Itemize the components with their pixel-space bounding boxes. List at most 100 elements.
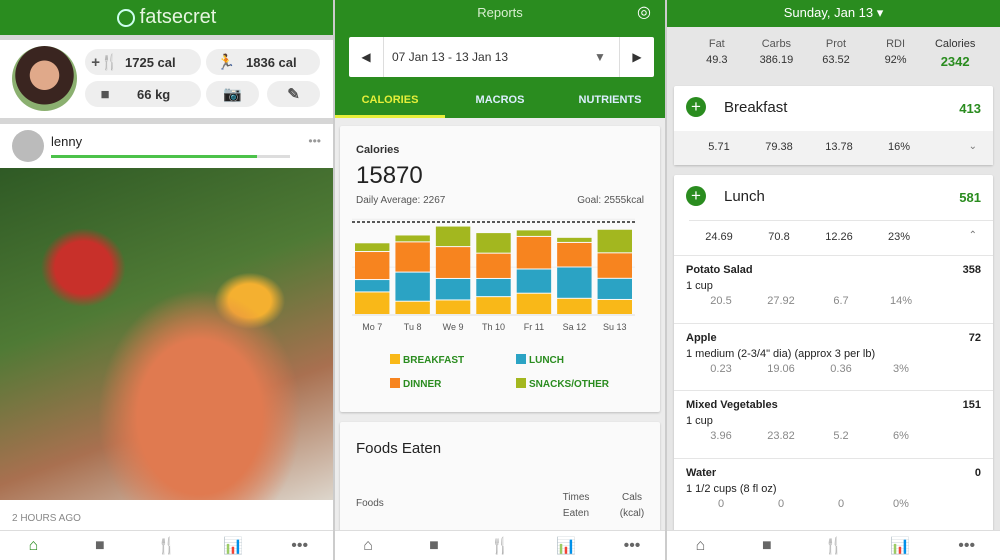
weight-button[interactable]: ■ 66 kg — [85, 81, 201, 107]
food-item[interactable]: Water 0 1 1/2 cups (8 fl oz) 0 0 0 0% — [674, 457, 993, 526]
bar-dinner-0 — [355, 252, 390, 280]
post-progress-bar — [51, 155, 290, 158]
total-column: Carbs 386.19 — [747, 38, 807, 69]
food-item[interactable]: Apple 72 1 medium (2-3/4" dia) (approx 3 p… — [674, 322, 993, 391]
total-label: Carbs — [761, 38, 792, 50]
meal-calories: 581 — [959, 190, 981, 205]
total-column: RDI 92% — [866, 38, 926, 69]
bar-breakfast-1 — [395, 301, 430, 314]
goal-target-icon[interactable]: ◎ — [637, 2, 651, 22]
column-foods: Foods — [356, 498, 384, 509]
nav-reports-icon[interactable]: 📊 — [885, 536, 915, 556]
edit-pencil-icon: ✎ — [287, 86, 300, 103]
macro-value: 16% — [887, 141, 911, 153]
food-photo — [0, 168, 333, 500]
nav-scale-icon[interactable]: ■ — [419, 537, 449, 555]
macro-value: 19.06 — [767, 362, 795, 375]
food-portion: 1 cup — [686, 280, 713, 292]
x-tick-label: Su 13 — [603, 322, 627, 332]
date-range-picker[interactable]: ◀ 07 Jan 13 - 13 Jan 13 ▼ ▶ — [349, 37, 654, 77]
app-header: fatsecret — [0, 0, 333, 35]
legend-swatch — [390, 378, 400, 388]
nav-more-icon[interactable]: ••• — [952, 537, 982, 555]
feed-post: lenny ••• 2 HOURS AGO — [0, 124, 333, 530]
bar-dinner-4 — [516, 236, 552, 269]
nav-home-icon[interactable]: ⌂ — [685, 537, 715, 555]
nav-home-icon[interactable]: ⌂ — [353, 537, 383, 555]
macro-value: 3% — [893, 362, 909, 375]
legend-swatch — [390, 354, 400, 364]
prev-week-button[interactable]: ◀ — [349, 37, 384, 77]
write-post-button[interactable]: ✎ — [267, 81, 320, 107]
post-avatar[interactable] — [12, 130, 44, 162]
nav-scale-icon[interactable]: ■ — [752, 537, 782, 555]
date-selector[interactable]: Sunday, Jan 13 ▾ — [667, 0, 1000, 27]
column-times-eaten: Times Eaten — [562, 492, 590, 519]
macro-value: 23.82 — [767, 430, 795, 442]
app-title: fatsecret — [139, 6, 217, 28]
nav-food-icon[interactable]: 🍴 — [818, 536, 848, 556]
macro-value: 3.96 — [710, 430, 732, 442]
collapse-chevron-icon[interactable]: ⌃ — [969, 230, 977, 241]
bottom-nav: ⌂ ■ 🍴 📊 ••• — [335, 530, 665, 560]
weight-value: 66 kg — [137, 86, 171, 102]
bar-dinner-3 — [476, 253, 511, 278]
bar-breakfast-5 — [557, 298, 592, 314]
foods-eaten-card: Foods Eaten Foods Times Eaten Cals (kcal… — [340, 422, 660, 542]
legend-label: DINNER — [403, 379, 442, 390]
bar-snacks-other-6 — [597, 229, 632, 253]
bar-lunch-6 — [597, 278, 632, 299]
total-column: Fat 49.3 — [687, 38, 747, 69]
legend-swatch — [516, 378, 526, 388]
nav-food-icon[interactable]: 🍴 — [485, 536, 515, 556]
diary-screen: Sunday, Jan 13 ▾ Fat 49.3 Carbs 386.19 Prot 6… — [667, 0, 1000, 560]
macro-value: 79.38 — [765, 141, 793, 153]
tab-macros[interactable]: MACROS — [445, 86, 555, 118]
reports-screen: Reports ◎ ◀ 07 Jan 13 - 13 Jan 13 ▼ ▶ CA… — [333, 0, 667, 560]
tab-calories[interactable]: CALORIES — [335, 86, 445, 118]
food-calories: 358 — [962, 264, 981, 276]
daily-totals: Fat 49.3 Carbs 386.19 Prot 63.52 RDI 92% Calorie… — [687, 38, 985, 69]
nav-food-icon[interactable]: 🍴 — [151, 536, 181, 556]
food-calories-button[interactable]: +🍴 1725 cal — [85, 49, 201, 75]
macro-value: 0.23 — [710, 362, 732, 375]
nav-more-icon[interactable]: ••• — [285, 537, 315, 555]
macro-value: 0% — [893, 497, 909, 510]
x-tick-label: Th 10 — [482, 322, 505, 332]
nav-home-icon[interactable]: ⌂ — [18, 537, 48, 555]
macro-value: 0.36 — [830, 362, 852, 375]
food-item[interactable]: Potato Salad 358 1 cup 20.5 27.92 6.7 14% — [674, 255, 993, 323]
exercise-calories-value: 1836 cal — [246, 54, 297, 70]
lunch-card: + Lunch 581 24.69 70.8 12.26 23% ⌃ Potato S… — [674, 175, 993, 535]
calories-total: 15870 — [356, 162, 423, 189]
post-username[interactable]: lenny — [51, 134, 82, 149]
exercise-calories-button[interactable]: 🏃 1836 cal — [206, 49, 320, 75]
total-label: Calories — [934, 38, 976, 50]
food-item[interactable]: Mixed Vegetables 151 1 cup 3.96 23.82 5.2 6% — [674, 390, 993, 458]
avatar[interactable] — [12, 46, 77, 111]
add-lunch-button[interactable]: + — [686, 186, 706, 206]
camera-icon: 📷 — [223, 86, 242, 103]
food-name: Apple — [686, 331, 717, 344]
food-portion: 1 medium (2-3/4" dia) (approx 3 per lb) — [686, 347, 876, 360]
post-timestamp: 2 HOURS AGO — [12, 513, 81, 524]
feed-screen: fatsecret +🍴 1725 cal 🏃 1836 cal ■ 66 kg 📷 … — [0, 0, 333, 560]
camera-button[interactable]: 📷 — [206, 81, 259, 107]
bar-dinner-6 — [597, 253, 632, 278]
add-breakfast-button[interactable]: + — [686, 97, 706, 117]
expand-chevron-icon[interactable]: ⌄ — [969, 141, 977, 152]
tab-nutrients[interactable]: NUTRIENTS — [555, 86, 665, 118]
nav-reports-icon[interactable]: 📊 — [551, 536, 581, 556]
bar-snacks-other-5 — [557, 237, 592, 242]
nav-scale-icon[interactable]: ■ — [85, 537, 115, 555]
dropdown-arrow-icon[interactable]: ▼ — [594, 50, 619, 64]
bar-lunch-4 — [516, 269, 552, 293]
food-portion: 1 cup — [686, 415, 713, 427]
more-options-icon[interactable]: ••• — [308, 134, 321, 148]
next-week-button[interactable]: ▶ — [619, 37, 654, 77]
macro-value: 5.2 — [833, 430, 849, 442]
x-tick-label: Mo 7 — [362, 322, 382, 332]
nav-reports-icon[interactable]: 📊 — [218, 536, 248, 556]
bar-lunch-0 — [355, 280, 390, 292]
nav-more-icon[interactable]: ••• — [617, 537, 647, 555]
